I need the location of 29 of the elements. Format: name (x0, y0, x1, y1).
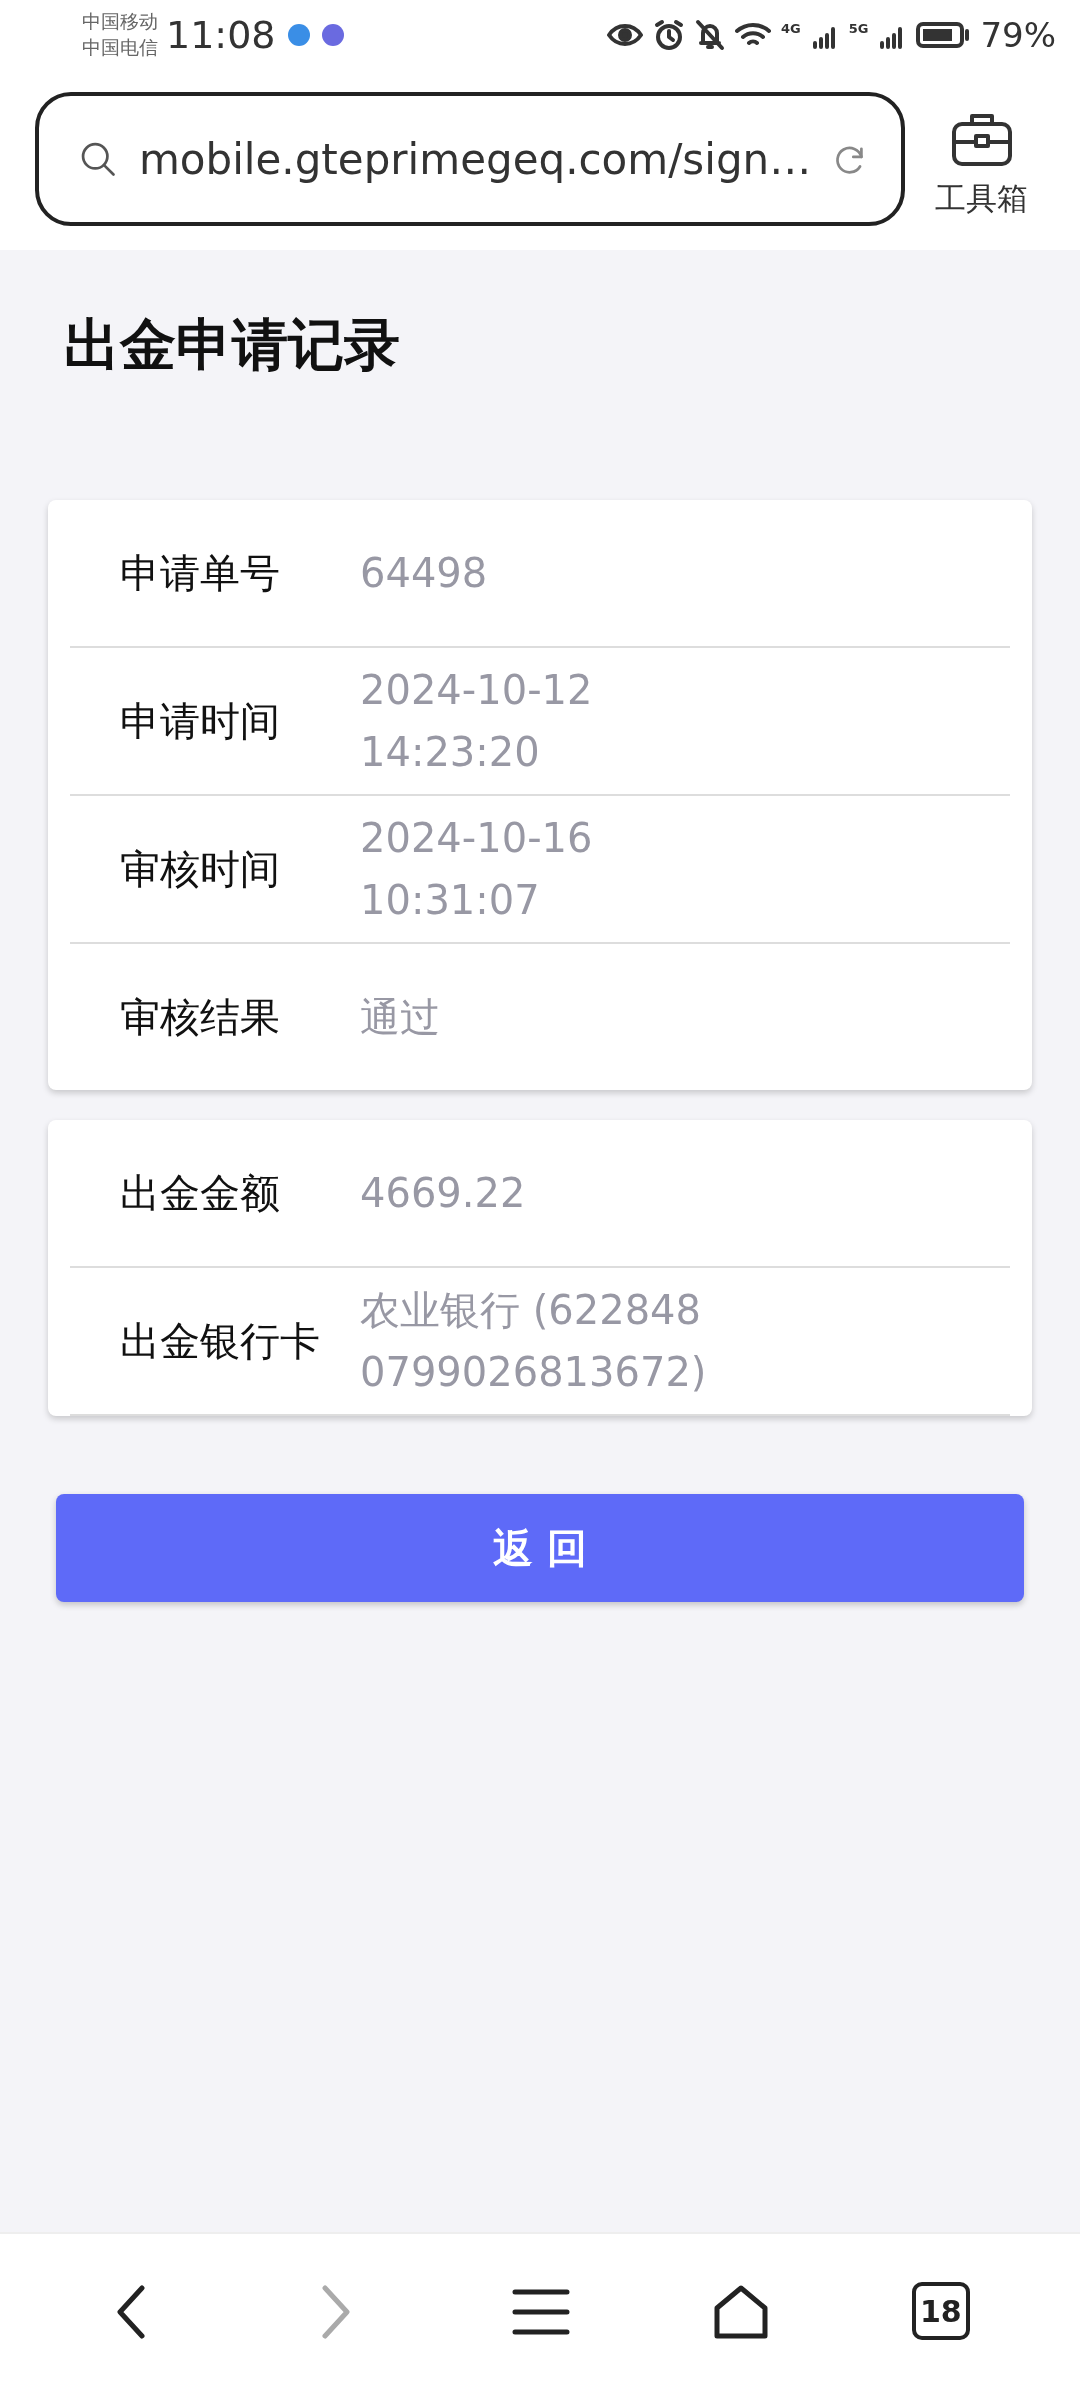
field-label: 申请单号 (119, 548, 281, 598)
alarm-icon (653, 19, 685, 51)
back-button[interactable]: 返 回 (56, 1494, 1024, 1602)
address-field[interactable]: mobile.gteprimegeq.com/sign… (35, 92, 905, 226)
tab-count-button[interactable]: 18 (911, 2282, 970, 2340)
network-type: 5G (848, 21, 869, 36)
browser-notification-icon (287, 24, 310, 46)
field-value: 64498 (360, 549, 489, 598)
battery-percentage: 79% (980, 15, 1056, 55)
field-label: 出金银行卡 (119, 1316, 321, 1366)
field-label: 审核结果 (119, 992, 281, 1042)
field-value: 2024-10-12 14:23:20 (360, 666, 594, 777)
field-value: 2024-10-16 10:31:07 (360, 814, 594, 925)
field-value: 4669.22 (360, 1169, 527, 1218)
field-value: 通过 (360, 993, 441, 1042)
network-type: 4G (781, 21, 801, 36)
carrier-name: 中国电信 (82, 35, 158, 60)
eye-icon (607, 21, 643, 49)
field-value: 农业银行 (622848 0799026813672) (360, 1286, 708, 1397)
clock: 11:08 (166, 13, 276, 57)
muted-bell-icon (695, 19, 725, 51)
toolbox-button[interactable]: 工具箱 (935, 92, 1028, 221)
battery-icon (916, 21, 971, 49)
field-label: 审核时间 (119, 844, 281, 894)
page-title: 出金申请记录 (63, 311, 401, 379)
music-notification-icon (321, 24, 344, 46)
field-label: 出金金额 (119, 1168, 281, 1218)
field-label: 申请时间 (119, 696, 281, 746)
carrier-name: 中国移动 (82, 9, 158, 35)
